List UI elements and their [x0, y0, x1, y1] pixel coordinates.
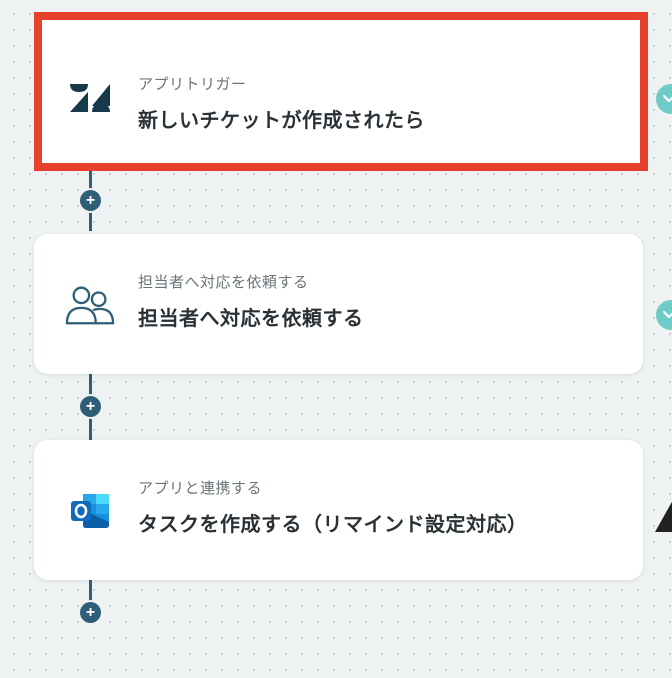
zendesk-icon	[65, 74, 115, 124]
expand-toggle[interactable]	[656, 300, 672, 330]
add-step-button[interactable]: +	[80, 602, 101, 623]
add-step-button[interactable]: +	[80, 396, 101, 417]
chevron-down-icon	[663, 310, 672, 319]
step-title: タスクを作成する（リマインド設定対応）	[138, 514, 528, 536]
step-type-label: 担当者へ対応を依頼する	[138, 274, 309, 291]
people-icon	[65, 280, 115, 330]
step-type-label: アプリと連携する	[138, 480, 263, 497]
outlook-icon	[65, 486, 115, 536]
warning-icon	[655, 500, 672, 532]
chevron-down-icon	[663, 94, 672, 103]
add-step-button[interactable]: +	[80, 190, 101, 211]
flow-step-assign[interactable]: 担当者へ対応を依頼する 担当者へ対応を依頼する	[34, 234, 643, 374]
flow-step-trigger[interactable]: アプリトリガー 新しいチケットが作成されたら	[34, 12, 648, 171]
step-title: 新しいチケットが作成されたら	[138, 110, 425, 132]
flow-step-app[interactable]: アプリと連携する タスクを作成する（リマインド設定対応）	[34, 440, 643, 580]
step-type-label: アプリトリガー	[138, 76, 247, 93]
step-title: 担当者へ対応を依頼する	[138, 308, 364, 330]
expand-toggle[interactable]	[656, 84, 672, 114]
